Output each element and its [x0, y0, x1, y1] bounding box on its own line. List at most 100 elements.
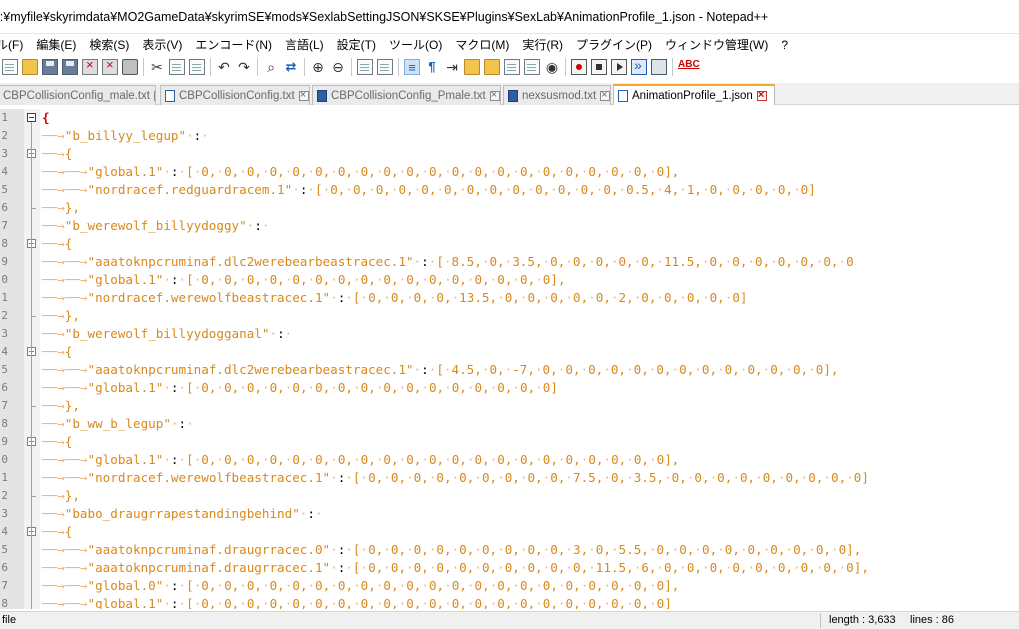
tab-label: AnimationProfile_1.json — [632, 89, 753, 102]
code-line[interactable]: ──→──→"nordracef.redguardracem.1"·:·[·0,… — [42, 181, 816, 199]
toolbar-separator — [398, 58, 399, 76]
tab-close-icon[interactable] — [489, 88, 500, 102]
menu-item-2[interactable]: 検索(S) — [89, 36, 129, 53]
close-file-icon[interactable] — [82, 57, 98, 75]
file-tab[interactable]: AnimationProfile_1.json — [613, 84, 775, 105]
stop-recording-icon[interactable] — [591, 59, 607, 75]
unsaved-file-icon — [508, 89, 518, 102]
menu-item-4[interactable]: エンコード(N) — [195, 36, 272, 53]
save-macro-icon[interactable] — [651, 59, 667, 75]
code-line[interactable]: ──→"b_ww_b_legup"·:· — [42, 415, 194, 433]
cut-icon[interactable]: ✂ — [149, 59, 165, 75]
word-wrap-icon[interactable]: ≡ — [404, 59, 420, 75]
open-folder-icon[interactable] — [22, 59, 38, 75]
code-line[interactable]: ──→"babo_draugrrapestandingbehind"·:· — [42, 505, 323, 523]
file-tab[interactable]: nexsusmod.txt — [503, 85, 611, 105]
line-number: 4 — [1, 525, 8, 538]
save-icon[interactable] — [42, 59, 58, 75]
menu-item-7[interactable]: ツール(O) — [389, 36, 442, 53]
line-number: 6 — [1, 201, 8, 214]
tab-close-icon[interactable] — [600, 88, 610, 102]
menu-item-0[interactable]: ル(F) — [0, 36, 23, 53]
close-all-icon[interactable] — [102, 57, 118, 75]
code-line[interactable]: ──→{ — [42, 343, 72, 361]
code-line[interactable]: ──→{ — [42, 433, 72, 451]
menu-item-5[interactable]: 言語(L) — [285, 36, 324, 53]
redo-icon[interactable]: ↷ — [236, 59, 252, 75]
toolbar-separator — [565, 58, 566, 76]
code-line[interactable]: ──→"b_billyy_legup"·:· — [42, 127, 209, 145]
menu-bar: ル(F) 編集(E) 検索(S) 表示(V) エンコード(N) 言語(L) 設定(T) ツール… — [0, 34, 1019, 55]
code-line[interactable]: ──→──→"nordracef.werewolfbeastracec.1"·:… — [42, 469, 869, 487]
menu-item-11[interactable]: ウィンドウ管理(W) — [665, 36, 768, 53]
line-number: 1 — [1, 111, 8, 124]
save-all-icon[interactable] — [62, 59, 78, 75]
file-tab[interactable]: CBPCollisionConfig_Pmale.txt — [312, 85, 501, 105]
paste-icon[interactable] — [189, 59, 205, 75]
find-icon[interactable]: ⌕ — [263, 59, 279, 75]
record-macro-icon[interactable] — [571, 59, 587, 75]
new-file-icon[interactable] — [2, 59, 18, 75]
code-line[interactable]: ──→"b_werewolf_billyydogganal"·:· — [42, 325, 292, 343]
menu-item-3[interactable]: 表示(V) — [142, 36, 182, 53]
menu-item-8[interactable]: マクロ(M) — [455, 36, 509, 53]
code-line[interactable]: ──→──→"aaatoknpcruminaf.dlc2werebearbeas… — [42, 361, 838, 379]
code-line[interactable]: ──→──→"global.1"·:·[·0,·0,·0,·0,·0,·0,·0… — [42, 451, 679, 469]
menu-item-9[interactable]: 実行(R) — [522, 36, 563, 53]
code-line[interactable]: ──→──→"aaatoknpcruminaf.draugrracec.0"·:… — [42, 541, 861, 559]
code-line[interactable]: ──→}, — [42, 199, 80, 217]
status-length: length : 3,633 — [829, 614, 896, 626]
code-line[interactable]: ──→}, — [42, 397, 80, 415]
code-line[interactable]: ──→{ — [42, 235, 72, 253]
sync-vertical-icon[interactable] — [357, 59, 373, 75]
document-map-icon[interactable] — [484, 59, 500, 75]
editor[interactable]: 1 {2 ──→"b_billyy_legup"·:· 3 ──→{4 ──→──→"gl… — [0, 109, 1019, 609]
tab-close-icon[interactable] — [298, 88, 309, 102]
sync-horizontal-icon[interactable] — [377, 59, 393, 75]
fold-end-marker — [31, 406, 36, 407]
file-tab[interactable]: CBPCollisionConfig_male.txt — [0, 85, 156, 105]
code-line[interactable]: ──→──→"nordracef.werewolfbeastracec.1"·:… — [42, 289, 748, 307]
menu-item-10[interactable]: プラグイン(P) — [576, 36, 652, 53]
toolbar-separator — [351, 58, 352, 76]
code-line[interactable]: ──→}, — [42, 487, 80, 505]
toolbar-separator — [672, 58, 673, 76]
code-line[interactable]: ──→──→"aaatoknpcruminaf.draugrracec.1"·:… — [42, 559, 869, 577]
monitoring-icon[interactable]: ◉ — [544, 59, 560, 75]
user-language-icon[interactable] — [464, 59, 480, 75]
code-line[interactable]: ──→──→"aaatoknpcruminaf.dlc2werebearbeas… — [42, 253, 854, 271]
zoom-in-icon[interactable]: ⊕ — [310, 59, 326, 75]
indent-guide-icon[interactable]: ⇥ — [444, 59, 460, 75]
code-line[interactable]: ──→{ — [42, 145, 72, 163]
code-line[interactable]: { — [42, 109, 50, 127]
run-macro-multiple-icon[interactable] — [631, 57, 647, 75]
code-line[interactable]: ──→}, — [42, 307, 80, 325]
zoom-out-icon[interactable]: ⊖ — [330, 59, 346, 75]
file-tab[interactable]: CBPCollisionConfig.txt — [160, 85, 310, 105]
line-number: 4 — [1, 345, 8, 358]
fold-end-marker — [31, 208, 36, 209]
folder-workspace-icon[interactable] — [524, 59, 540, 75]
tab-close-icon[interactable] — [154, 90, 155, 101]
fold-toggle-icon[interactable] — [27, 113, 36, 122]
code-line[interactable]: ──→──→"global.1"·:·[·0,·0,·0,·0,·0,·0,·0… — [42, 595, 672, 609]
code-line[interactable]: ──→──→"global.1"·:·[·0,·0,·0,·0,·0,·0,·0… — [42, 379, 558, 397]
copy-icon[interactable] — [169, 59, 185, 75]
menu-item-12[interactable]: ? — [781, 38, 788, 52]
menu-item-1[interactable]: 編集(E) — [36, 36, 76, 53]
print-icon[interactable] — [122, 59, 138, 75]
line-number: 3 — [1, 507, 8, 520]
code-line[interactable]: ──→"b_werewolf_billyydoggy"·:· — [42, 217, 270, 235]
spell-check-icon[interactable]: ABC — [678, 59, 700, 75]
undo-icon[interactable]: ↶ — [216, 59, 232, 75]
playback-macro-icon[interactable] — [611, 59, 627, 75]
code-line[interactable]: ──→──→"global.1"·:·[·0,·0,·0,·0,·0,·0,·0… — [42, 163, 679, 181]
replace-icon[interactable]: ⇄ — [283, 59, 299, 75]
menu-item-6[interactable]: 設定(T) — [337, 36, 376, 53]
code-line[interactable]: ──→──→"global.1"·:·[·0,·0,·0,·0,·0,·0,·0… — [42, 271, 566, 289]
tab-close-icon[interactable] — [756, 88, 767, 102]
code-line[interactable]: ──→──→"global.0"·:·[·0,·0,·0,·0,·0,·0,·0… — [42, 577, 679, 595]
code-line[interactable]: ──→{ — [42, 523, 72, 541]
show-all-characters-icon[interactable]: ¶ — [424, 59, 440, 75]
function-list-icon[interactable] — [504, 59, 520, 75]
